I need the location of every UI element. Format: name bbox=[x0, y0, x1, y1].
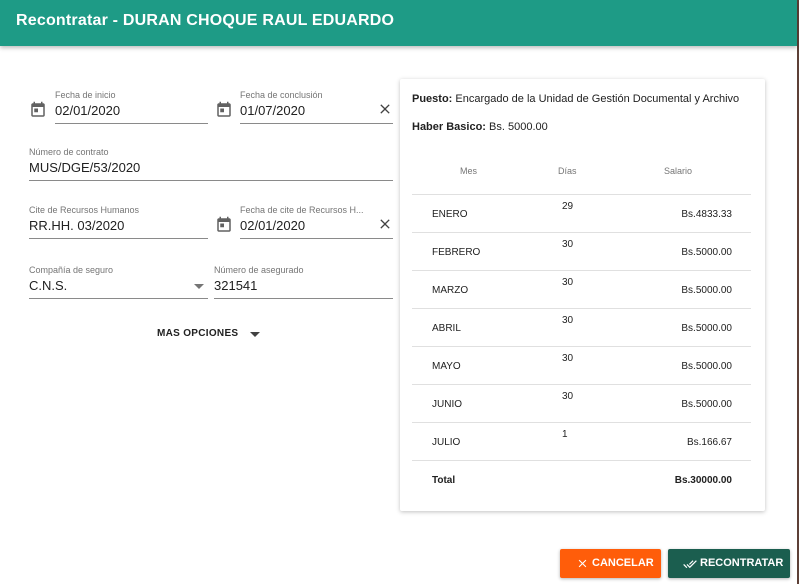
table-row: ENERO 29 Bs.4833.33 bbox=[412, 194, 751, 232]
row-dias: 29 bbox=[562, 201, 574, 212]
field-underline bbox=[29, 180, 393, 181]
salary-summary-card: Puesto: Encargado de la Unidad de Gestió… bbox=[400, 79, 765, 511]
numero-contrato-label: Número de contrato bbox=[29, 147, 109, 157]
numero-asegurado-value[interactable]: 321541 bbox=[214, 278, 257, 293]
puesto-value: Encargado de la Unidad de Gestión Docume… bbox=[455, 93, 740, 105]
table-row: FEBRERO 30 Bs.5000.00 bbox=[412, 232, 751, 270]
fecha-conclusion-field[interactable]: Fecha de conclusión 01/07/2020 bbox=[240, 90, 393, 124]
cite-rrhh-field[interactable]: Cite de Recursos Humanos RR.HH. 03/2020 bbox=[29, 205, 208, 239]
row-salario: Bs.5000.00 bbox=[681, 361, 732, 372]
table-row: MARZO 30 Bs.5000.00 bbox=[412, 270, 751, 308]
row-mes: ENERO bbox=[432, 209, 468, 220]
column-header-dias: Días bbox=[558, 166, 577, 176]
fecha-cite-rrhh-value[interactable]: 02/01/2020 bbox=[240, 218, 305, 233]
table-row: MAYO 30 Bs.5000.00 bbox=[412, 346, 751, 384]
cancel-label: CANCELAR bbox=[592, 557, 654, 569]
mas-opciones-button[interactable]: MAS OPCIONES bbox=[157, 328, 238, 339]
cancel-button[interactable]: CANCELAR bbox=[560, 549, 661, 578]
row-salario: Bs.5000.00 bbox=[681, 323, 732, 334]
field-underline bbox=[29, 238, 208, 239]
total-row: Total Bs.30000.00 bbox=[412, 460, 751, 498]
cite-rrhh-value[interactable]: RR.HH. 03/2020 bbox=[29, 218, 124, 233]
numero-contrato-value[interactable]: MUS/DGE/53/2020 bbox=[29, 160, 140, 175]
column-header-salario: Salario bbox=[664, 166, 693, 176]
field-underline bbox=[240, 238, 393, 239]
cite-rrhh-label: Cite de Recursos Humanos bbox=[29, 205, 140, 215]
row-dias: 1 bbox=[562, 429, 568, 440]
haber-value: Bs. 5000.00 bbox=[489, 121, 548, 133]
dropdown-arrow-icon[interactable] bbox=[250, 332, 260, 337]
total-label: Total bbox=[432, 475, 456, 486]
calendar-icon[interactable] bbox=[215, 101, 233, 119]
dialog-header: Recontratar - DURAN CHOQUE RAUL EDUARDO bbox=[0, 0, 797, 46]
row-mes: ABRIL bbox=[432, 323, 461, 334]
column-header-mes: Mes bbox=[460, 166, 478, 176]
total-value: Bs.30000.00 bbox=[674, 475, 732, 486]
row-salario: Bs.166.67 bbox=[686, 437, 732, 448]
row-mes: MARZO bbox=[432, 285, 469, 296]
row-salario: Bs.5000.00 bbox=[681, 247, 732, 258]
fecha-cite-rrhh-label: Fecha de cite de Recursos H... bbox=[240, 205, 364, 215]
compania-seguro-label: Compañía de seguro bbox=[29, 265, 114, 275]
row-salario: Bs.4833.33 bbox=[681, 209, 732, 220]
compania-seguro-select[interactable]: Compañía de seguro C.N.S. bbox=[29, 265, 208, 299]
fecha-inicio-value[interactable]: 02/01/2020 bbox=[55, 103, 120, 118]
dialog-title: Recontratar - DURAN CHOQUE RAUL EDUARDO bbox=[16, 12, 395, 29]
row-mes: JULIO bbox=[432, 437, 461, 448]
row-mes: MAYO bbox=[432, 361, 461, 372]
row-dias: 30 bbox=[562, 239, 574, 250]
fecha-inicio-field[interactable]: Fecha de inicio 02/01/2020 bbox=[55, 90, 208, 124]
field-underline bbox=[29, 298, 208, 299]
haber-label: Haber Basico: bbox=[412, 121, 486, 133]
calendar-icon[interactable] bbox=[215, 216, 233, 234]
close-icon bbox=[578, 559, 587, 568]
table-row: JUNIO 30 Bs.5000.00 bbox=[412, 384, 751, 422]
recontratar-button[interactable]: RECONTRATAR bbox=[668, 549, 790, 578]
dropdown-arrow-icon[interactable] bbox=[194, 284, 204, 289]
fecha-inicio-label: Fecha de inicio bbox=[55, 90, 116, 100]
row-dias: 30 bbox=[562, 391, 574, 402]
recontratar-label: RECONTRATAR bbox=[700, 557, 784, 569]
puesto-label: Puesto: bbox=[412, 93, 453, 105]
row-salario: Bs.5000.00 bbox=[681, 399, 732, 410]
numero-contrato-field[interactable]: Número de contrato MUS/DGE/53/2020 bbox=[29, 147, 393, 181]
field-underline bbox=[240, 123, 393, 124]
row-dias: 30 bbox=[562, 277, 574, 288]
row-mes: JUNIO bbox=[432, 399, 462, 410]
clear-icon[interactable] bbox=[377, 101, 393, 117]
fecha-conclusion-label: Fecha de conclusión bbox=[240, 90, 323, 100]
field-underline bbox=[55, 123, 208, 124]
compania-seguro-value[interactable]: C.N.S. bbox=[29, 278, 67, 293]
haber-line: Haber Basico: Bs. 5000.00 bbox=[412, 121, 548, 133]
numero-asegurado-field[interactable]: Número de asegurado 321541 bbox=[214, 265, 393, 299]
row-dias: 30 bbox=[562, 315, 574, 326]
puesto-line: Puesto: Encargado de la Unidad de Gestió… bbox=[412, 93, 739, 105]
calendar-icon[interactable] bbox=[29, 101, 47, 119]
table-row: ABRIL 30 Bs.5000.00 bbox=[412, 308, 751, 346]
fecha-conclusion-value[interactable]: 01/07/2020 bbox=[240, 103, 305, 118]
clear-icon[interactable] bbox=[377, 216, 393, 232]
field-underline bbox=[214, 298, 393, 299]
fecha-cite-rrhh-field[interactable]: Fecha de cite de Recursos H... 02/01/202… bbox=[240, 205, 393, 239]
double-check-icon bbox=[683, 560, 697, 569]
row-dias: 30 bbox=[562, 353, 574, 364]
numero-asegurado-label: Número de asegurado bbox=[214, 265, 304, 275]
recontratar-dialog: Recontratar - DURAN CHOQUE RAUL EDUARDO … bbox=[0, 0, 797, 584]
row-mes: FEBRERO bbox=[432, 247, 481, 258]
table-row: JULIO 1 Bs.166.67 bbox=[412, 422, 751, 460]
row-salario: Bs.5000.00 bbox=[681, 285, 732, 296]
